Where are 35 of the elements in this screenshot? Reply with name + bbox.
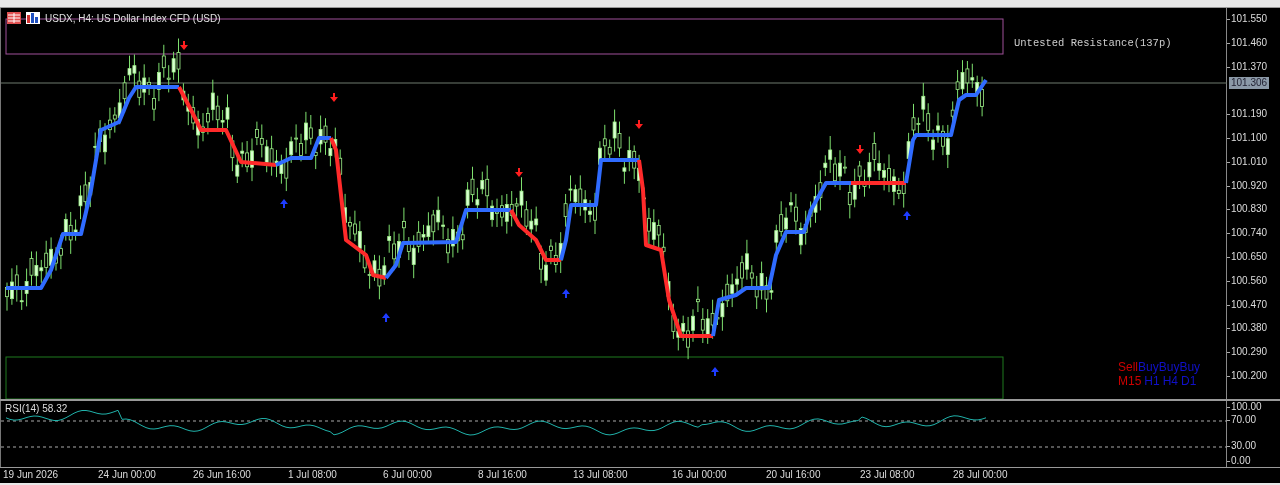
time-label: 1 Jul 08:00 xyxy=(288,469,337,480)
signal-label: Buy xyxy=(1179,360,1201,374)
signal-label: Sell xyxy=(1118,360,1138,374)
rsi-label: RSI(14) 58.32 xyxy=(5,403,68,414)
time-label: 6 Jul 00:00 xyxy=(383,469,432,480)
down-arrow-icon xyxy=(515,168,523,177)
time-label: 23 Jul 08:00 xyxy=(860,469,915,480)
time-label: 13 Jul 08:00 xyxy=(573,469,628,480)
time-label: 19 Jun 2026 xyxy=(3,469,59,480)
signal-label: Buy xyxy=(1138,360,1159,374)
up-arrow-icon xyxy=(382,313,390,322)
current-price-label: 101.306 xyxy=(1229,77,1270,89)
time-label: 16 Jul 00:00 xyxy=(672,469,727,480)
signal-label: Buy xyxy=(1158,360,1180,374)
time-label: 26 Jun 16:00 xyxy=(193,469,251,480)
timeframe-label: D1 xyxy=(1181,374,1197,388)
timeframe-label: H4 xyxy=(1162,374,1179,388)
time-label: 28 Jul 00:00 xyxy=(953,469,1008,480)
timeframe-label: H1 xyxy=(1144,374,1160,388)
down-arrow-icon xyxy=(856,145,864,154)
chart-title: USDX, H4: US Dollar Index CFD (USD) xyxy=(45,12,221,24)
up-arrow-icon xyxy=(903,211,911,220)
table-icon xyxy=(7,12,21,24)
time-label: 20 Jul 16:00 xyxy=(766,469,821,480)
time-label: 8 Jul 16:00 xyxy=(478,469,527,480)
up-arrow-icon xyxy=(280,199,288,208)
timeframe-label: M15 xyxy=(1118,374,1142,388)
zone-label: Untested Resistance(137p) xyxy=(1014,37,1172,49)
time-label: 24 Jun 00:00 xyxy=(98,469,156,480)
down-arrow-icon xyxy=(330,93,338,102)
up-arrow-icon xyxy=(562,289,570,298)
chart-icon xyxy=(26,12,40,24)
down-arrow-icon xyxy=(635,120,643,129)
up-arrow-icon xyxy=(711,367,719,376)
down-arrow-icon xyxy=(180,41,188,50)
